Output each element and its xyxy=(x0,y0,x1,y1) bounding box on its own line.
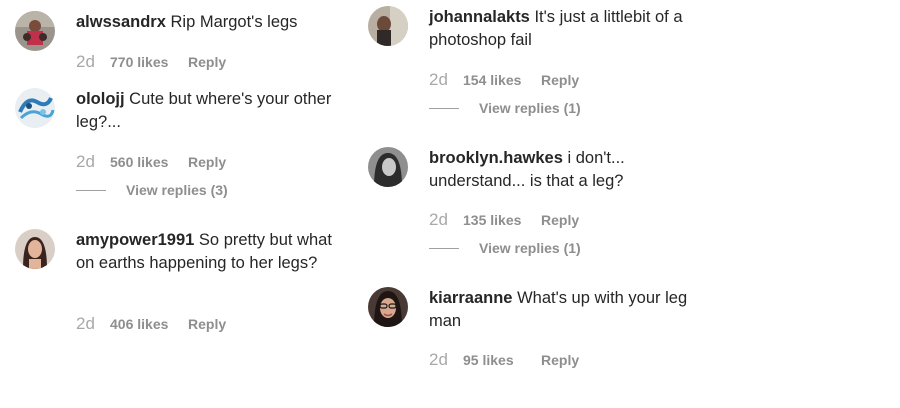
comment-likes[interactable]: 135 likes xyxy=(463,212,541,228)
comment-username[interactable]: alwssandrx xyxy=(76,13,166,31)
comment-likes[interactable]: 95 likes xyxy=(463,352,541,368)
reply-button[interactable]: Reply xyxy=(188,316,226,332)
comment-username[interactable]: johannalakts xyxy=(429,8,530,26)
view-replies-label[interactable]: View replies (1) xyxy=(479,100,581,116)
avatar[interactable] xyxy=(368,147,408,187)
comment-username[interactable]: amypower1991 xyxy=(76,231,194,249)
avatar[interactable] xyxy=(368,6,408,46)
comment-meta: 2d 560 likes Reply xyxy=(76,151,226,173)
reply-button[interactable]: Reply xyxy=(541,72,579,88)
view-replies-line xyxy=(76,189,106,191)
reply-button[interactable]: Reply xyxy=(188,154,226,170)
view-replies-line xyxy=(429,247,459,249)
avatar[interactable] xyxy=(15,229,55,269)
reply-button[interactable]: Reply xyxy=(541,212,579,228)
view-replies-label[interactable]: View replies (1) xyxy=(479,240,581,256)
comment-body: ololojj Cute but where's your other leg?… xyxy=(76,88,346,134)
comment-body: amypower1991 So pretty but what on earth… xyxy=(76,229,346,275)
comment-meta: 2d 770 likes Reply xyxy=(76,51,226,73)
comment-body: brooklyn.hawkes i don't... understand...… xyxy=(429,147,699,193)
comment-body: alwssandrx Rip Margot's legs xyxy=(76,11,346,34)
reply-button[interactable]: Reply xyxy=(188,54,226,70)
view-replies-button[interactable]: View replies (3) xyxy=(76,181,228,199)
comment-username[interactable]: kiarraanne xyxy=(429,289,512,307)
avatar[interactable] xyxy=(368,287,408,327)
comment-meta: 2d 154 likes Reply xyxy=(429,69,579,91)
view-replies-line xyxy=(429,107,459,109)
comment-body: kiarraanne What's up with your leg man xyxy=(429,287,699,333)
comment-username[interactable]: ololojj xyxy=(76,90,125,108)
comment-meta: 2d 406 likes Reply xyxy=(76,313,226,335)
comment-body: johannalakts It's just a littlebit of a … xyxy=(429,6,699,52)
comment-meta: 2d 95 likes Reply xyxy=(429,349,579,371)
comment-likes[interactable]: 406 likes xyxy=(110,316,188,332)
view-replies-button[interactable]: View replies (1) xyxy=(429,239,581,257)
comment-username[interactable]: brooklyn.hawkes xyxy=(429,149,563,167)
comment-likes[interactable]: 560 likes xyxy=(110,154,188,170)
view-replies-button[interactable]: View replies (1) xyxy=(429,99,581,117)
view-replies-label[interactable]: View replies (3) xyxy=(126,182,228,198)
comment-meta: 2d 135 likes Reply xyxy=(429,209,579,231)
comment-likes[interactable]: 154 likes xyxy=(463,72,541,88)
comment-text: Rip Margot's legs xyxy=(170,13,298,31)
avatar[interactable] xyxy=(15,11,55,51)
avatar[interactable] xyxy=(15,88,55,128)
reply-button[interactable]: Reply xyxy=(541,352,579,368)
comment-likes[interactable]: 770 likes xyxy=(110,54,188,70)
